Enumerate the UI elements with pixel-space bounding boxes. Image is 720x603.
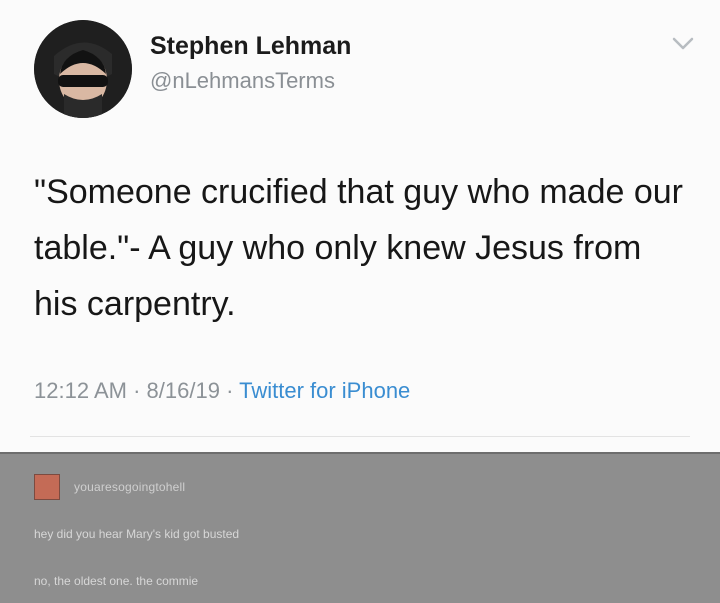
tweet-text: "Someone crucified that guy who made our… <box>34 173 683 323</box>
reply-line-1: hey did you hear Mary's kid got busted <box>34 527 240 541</box>
tweet-meta: 12:12 AM · 8/16/19 · Twitter for iPhone <box>34 378 410 404</box>
meta-separator: · <box>133 378 141 403</box>
avatar-icon <box>34 20 132 118</box>
reply-line-2: no, the oldest one. the commie <box>34 574 199 588</box>
tweet-card: Stephen Lehman @nLehmansTerms "Someone c… <box>0 0 720 454</box>
reply-avatar-icon <box>34 474 60 500</box>
tweet-time[interactable]: 12:12 AM <box>34 378 127 403</box>
divider <box>30 436 690 437</box>
meta-separator: · <box>226 378 234 403</box>
display-name[interactable]: Stephen Lehman <box>150 32 351 61</box>
tweet-date[interactable]: 8/16/19 <box>147 378 220 403</box>
tweet-source[interactable]: Twitter for iPhone <box>239 378 410 403</box>
user-handle[interactable]: @nLehmansTerms <box>150 68 335 94</box>
avatar[interactable] <box>34 20 132 118</box>
reply-username[interactable]: youaresogoingtohell <box>74 480 185 494</box>
chevron-down-icon[interactable] <box>672 36 694 52</box>
